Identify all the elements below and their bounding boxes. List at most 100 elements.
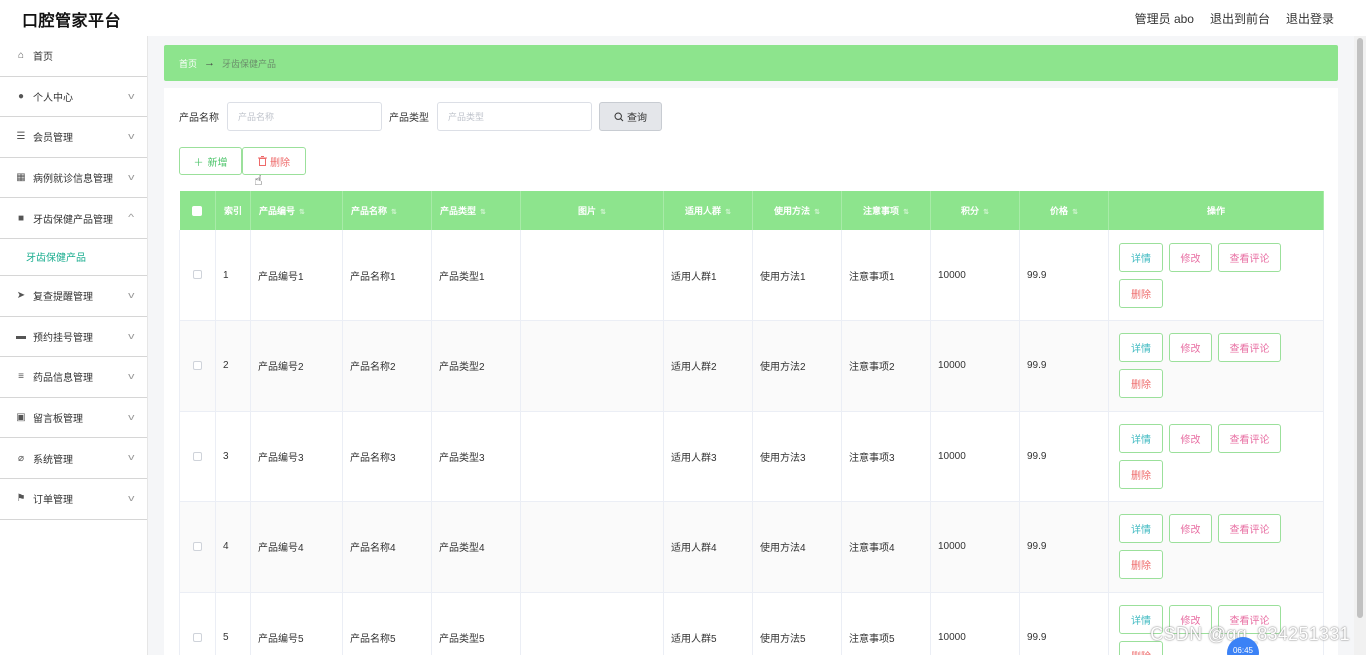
view-reviews-button[interactable]: 查看评论 (1218, 514, 1281, 544)
view-reviews-button[interactable]: 查看评论 (1218, 333, 1281, 363)
cell-name: 产品名称5 (342, 592, 432, 655)
sidebar-item-0[interactable]: ⌂ 首页 (0, 36, 147, 77)
header-actions: 管理员 abo 退出到前台 退出登录 (1135, 10, 1334, 27)
page-scrollbar[interactable] (1354, 36, 1366, 655)
row-select-cell (179, 592, 216, 655)
product-name-input[interactable] (227, 102, 382, 131)
sidebar-item-1[interactable]: ● 个人中心 v (0, 77, 147, 118)
sidebar-item-8[interactable]: ▣ 留言板管理 v (0, 398, 147, 439)
cell-crowd: 适用人群4 (663, 501, 753, 593)
column-header-9[interactable]: 价格 ⇅ (1019, 191, 1109, 230)
back-to-front-link[interactable]: 退出到前台 (1210, 10, 1270, 27)
detail-button[interactable]: 详情 (1119, 242, 1163, 272)
sort-icon[interactable]: ⇅ (600, 209, 606, 216)
sort-icon[interactable]: ⇅ (391, 209, 397, 216)
breadcrumb-home[interactable]: 首页 (179, 57, 197, 70)
chevron-down-icon: v (127, 452, 134, 463)
plus-icon: ＋ (193, 157, 204, 169)
flag-icon: ⚑ (16, 493, 26, 505)
select-all-cell (179, 191, 216, 230)
column-header-1[interactable]: 产品编号 ⇅ (250, 191, 343, 230)
row-delete-button[interactable]: 删除 (1119, 278, 1163, 308)
chevron-down-icon: v (127, 289, 134, 300)
briefcase-icon: ▬ (16, 330, 26, 342)
view-reviews-button[interactable]: 查看评论 (1218, 242, 1281, 272)
sidebar-item-3[interactable]: ▦ 病例就诊信息管理 v (0, 158, 147, 199)
chevron-down-icon: v (127, 411, 134, 422)
home-icon: ⌂ (17, 50, 25, 62)
column-header-10: 操作 (1108, 191, 1324, 230)
table-row: 4 产品编号4 产品名称4 产品类型4 适用人群4 使用方法4 注意事项4 10000 99.9… (179, 501, 1324, 593)
edit-button[interactable]: 修改 (1169, 242, 1212, 272)
scrollbar-thumb[interactable] (1357, 38, 1363, 618)
sort-icon[interactable]: ⇅ (725, 209, 731, 216)
column-header-label: 图片 (578, 206, 597, 216)
table-row: 2 产品编号2 产品名称2 产品类型2 适用人群2 使用方法2 注意事项2 10000 99.9… (179, 320, 1324, 412)
sidebar-item-2[interactable]: ☰ 会员管理 v (0, 117, 147, 158)
sidebar: ⌂ 首页 ● 个人中心 v ☰ 会员管理 v ▦ 病例就诊信息管理 v ■ 牙齿保健产品管理 ^ 牙齿保健产… (0, 36, 148, 655)
row-delete-button[interactable]: 删除 (1119, 369, 1163, 399)
row-checkbox[interactable] (193, 361, 202, 371)
view-reviews-button[interactable]: 查看评论 (1218, 423, 1281, 453)
sort-icon[interactable]: ⇅ (1072, 209, 1078, 216)
column-header-5[interactable]: 适用人群 ⇅ (663, 191, 753, 230)
column-header-6[interactable]: 使用方法 ⇅ (752, 191, 842, 230)
cell-index: 3 (215, 411, 251, 502)
row-select-cell (179, 320, 216, 412)
sidebar-item-4[interactable]: ■ 牙齿保健产品管理 ^ (0, 198, 147, 239)
row-checkbox[interactable] (193, 542, 202, 552)
column-header-7[interactable]: 注意事项 ⇅ (841, 191, 931, 230)
row-checkbox[interactable] (193, 632, 202, 642)
cell-points: 10000 (930, 501, 1020, 593)
chevron-down-icon: v (127, 131, 134, 142)
batch-delete-button[interactable]: 删除 (242, 147, 306, 175)
column-header-label: 价格 (1050, 206, 1069, 216)
table-row: 1 产品编号1 产品名称1 产品类型1 适用人群1 使用方法1 注意事项1 10000 99.9… (179, 230, 1324, 321)
edit-button[interactable]: 修改 (1169, 514, 1212, 544)
cell-type: 产品类型1 (431, 230, 521, 321)
sidebar-item-label: 牙齿保健产品管理 (33, 214, 113, 226)
sort-icon[interactable]: ⇅ (480, 209, 486, 216)
sidebar-item-6[interactable]: ▬ 预约挂号管理 v (0, 317, 147, 358)
cell-name: 产品名称4 (342, 501, 432, 593)
add-button[interactable]: ＋ 新增 (179, 147, 242, 175)
search-bar: 产品名称 产品类型 查询 (179, 102, 662, 131)
edit-button[interactable]: 修改 (1169, 333, 1212, 363)
cell-image (520, 592, 664, 655)
table-header-row: 索引 产品编号 ⇅ 产品名称 ⇅ 产品类型 ⇅ 图片 ⇅ 适用人群 ⇅ 使用方法 ⇅ 注意事项 ⇅ 积分 ⇅ 价格… (179, 191, 1324, 230)
sidebar-item-5[interactable]: ➤ 复查提醒管理 v (0, 276, 147, 317)
sidebar-item-label: 药品信息管理 (33, 373, 93, 385)
sidebar-item-9[interactable]: ⌀ 系统管理 v (0, 438, 147, 479)
cell-image (520, 230, 664, 321)
edit-button[interactable]: 修改 (1169, 423, 1212, 453)
select-all-checkbox[interactable] (192, 205, 203, 216)
sort-icon[interactable]: ⇅ (814, 209, 820, 216)
sidebar-subitem-products[interactable]: 牙齿保健产品 (0, 239, 147, 276)
row-delete-button[interactable]: 删除 (1119, 550, 1163, 580)
query-button[interactable]: 查询 (599, 102, 662, 131)
row-checkbox[interactable] (193, 451, 202, 461)
sidebar-item-7[interactable]: ≡ 药品信息管理 v (0, 357, 147, 398)
row-checkbox[interactable] (193, 270, 202, 280)
column-header-4[interactable]: 图片 ⇅ (520, 191, 664, 230)
row-delete-button[interactable]: 删除 (1119, 459, 1163, 489)
detail-button[interactable]: 详情 (1119, 514, 1163, 544)
sort-icon[interactable]: ⇅ (903, 209, 909, 216)
cell-points: 10000 (930, 592, 1020, 655)
logout-link[interactable]: 退出登录 (1286, 10, 1334, 27)
detail-button[interactable]: 详情 (1119, 333, 1163, 363)
sort-icon[interactable]: ⇅ (299, 209, 305, 216)
product-type-input[interactable] (437, 102, 592, 131)
column-header-8[interactable]: 积分 ⇅ (930, 191, 1020, 230)
cell-code: 产品编号2 (250, 320, 343, 412)
action-bar: ＋ 新增 删除 (179, 147, 306, 175)
column-header-3[interactable]: 产品类型 ⇅ (431, 191, 521, 230)
column-header-label: 适用人群 (685, 206, 722, 216)
detail-button[interactable]: 详情 (1119, 423, 1163, 453)
sidebar-item-10[interactable]: ⚑ 订单管理 v (0, 479, 147, 520)
sort-icon[interactable]: ⇅ (983, 209, 989, 216)
admin-user-label: 管理员 abo (1134, 12, 1194, 26)
grid-icon: ▦ (16, 172, 26, 184)
column-header-2[interactable]: 产品名称 ⇅ (342, 191, 432, 230)
sidebar-item-label: 订单管理 (33, 495, 73, 507)
